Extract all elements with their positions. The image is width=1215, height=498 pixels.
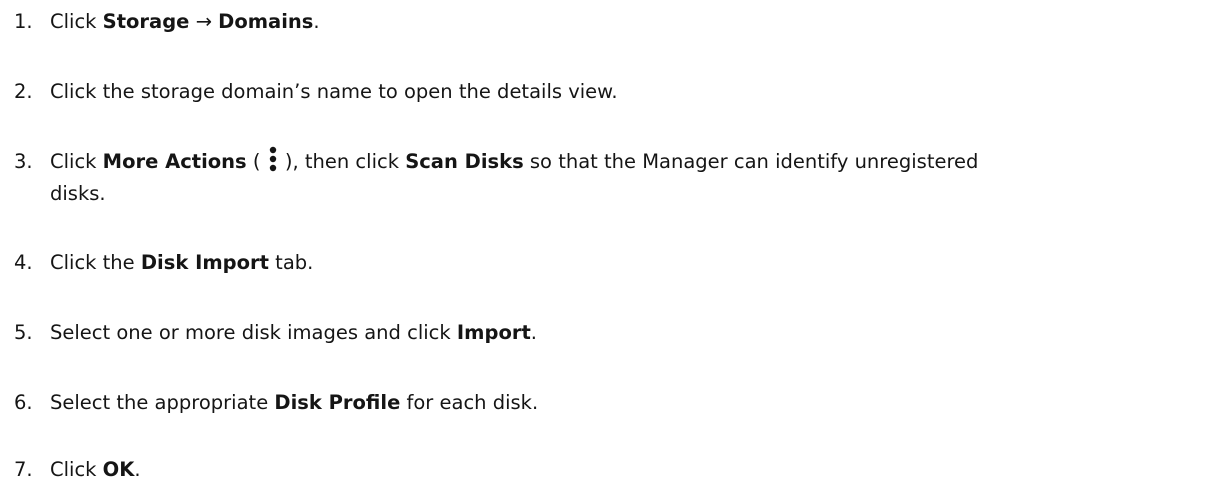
step-text: Click [50,458,103,481]
step-text: for each disk. [400,391,539,414]
step-text: Click [50,10,103,33]
step-number: 3. [14,150,33,173]
step-text: tab. [268,251,314,274]
step-text: . [530,321,537,344]
more-actions-label: More Actions [102,150,247,173]
step-2: 2. Click the storage domain’s name to ope… [14,76,1204,108]
disk-import-tab-label: Disk Import [140,251,269,274]
step-3: 3. Click More Actions ( ), then click Sca… [14,146,1204,210]
step-text: ), then click [278,150,406,173]
step-text: Select one or more disk images and click [50,321,457,344]
step-number: 1. [14,10,33,33]
step-4: 4. Click the Disk Import tab. [14,247,1204,279]
step-text: Click the [50,251,141,274]
step-1: 1. Click Storage → Domains. [14,6,1204,38]
step-5: 5. Select one or more disk images and cli… [14,317,1204,349]
step-number: 4. [14,251,33,274]
kebab-menu-icon [269,146,277,172]
step-text: so that the Manager can identify unregis… [523,150,979,173]
step-text: Click [50,150,103,173]
step-number: 7. [14,458,33,481]
step-text: . [134,458,141,481]
step-number: 2. [14,80,33,103]
import-button-label: Import [456,321,531,344]
step-6: 6. Select the appropriate Disk Profile fo… [14,387,1204,419]
step-text-continuation: disks. [50,182,106,205]
step-7: 7. Click OK. [14,454,1204,486]
arrow-separator: → [189,10,219,33]
step-number: 5. [14,321,33,344]
step-text: ( [246,150,267,173]
step-text: Click the storage domain’s name to open … [50,80,618,103]
disk-profile-label: Disk Profile [274,391,401,414]
menu-label-storage: Storage [102,10,190,33]
ok-button-label: OK [102,458,135,481]
step-text: . [313,10,320,33]
menu-label-domains: Domains [218,10,314,33]
step-number: 6. [14,391,33,414]
step-text: Select the appropriate [50,391,275,414]
procedure-steps: 1. Click Storage → Domains. 2. Click the s… [0,0,1215,498]
scan-disks-label: Scan Disks [405,150,524,173]
